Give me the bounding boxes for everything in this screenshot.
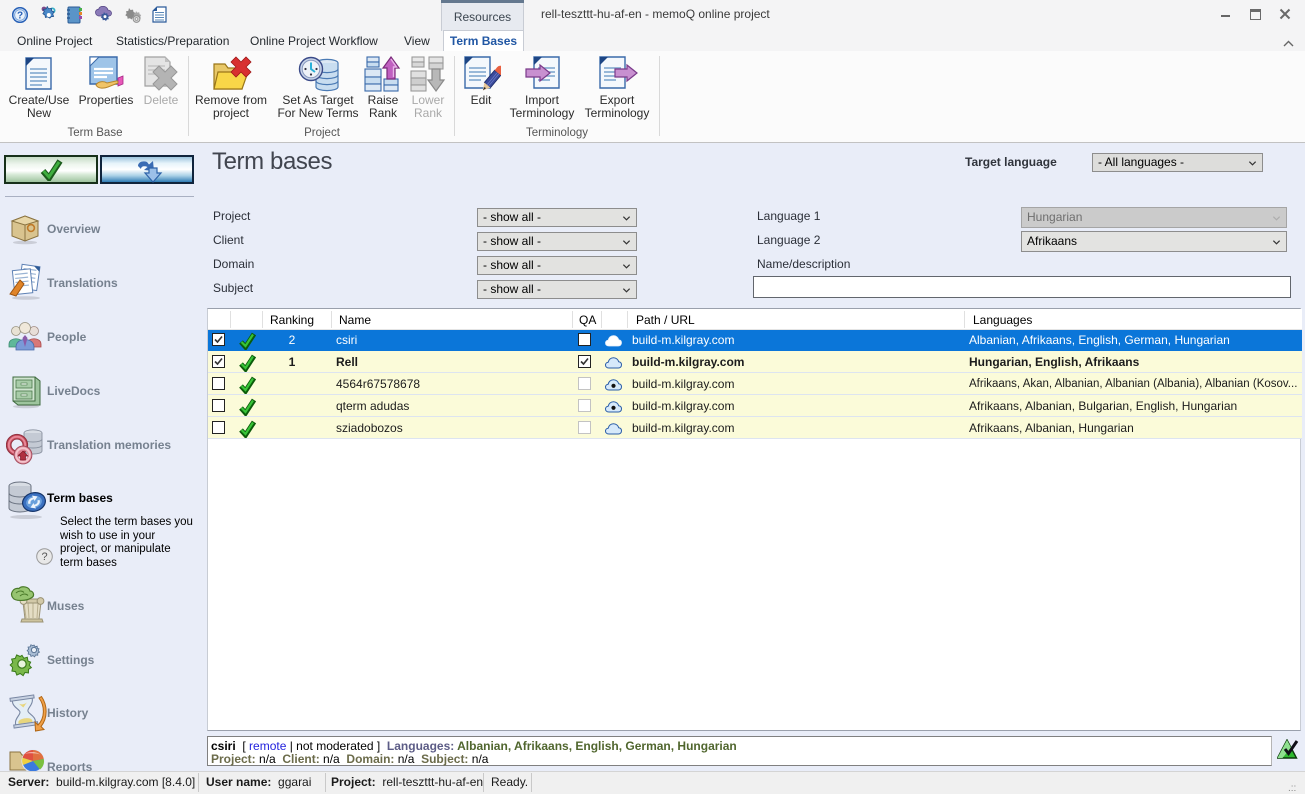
svg-text:?: ? xyxy=(41,551,47,563)
